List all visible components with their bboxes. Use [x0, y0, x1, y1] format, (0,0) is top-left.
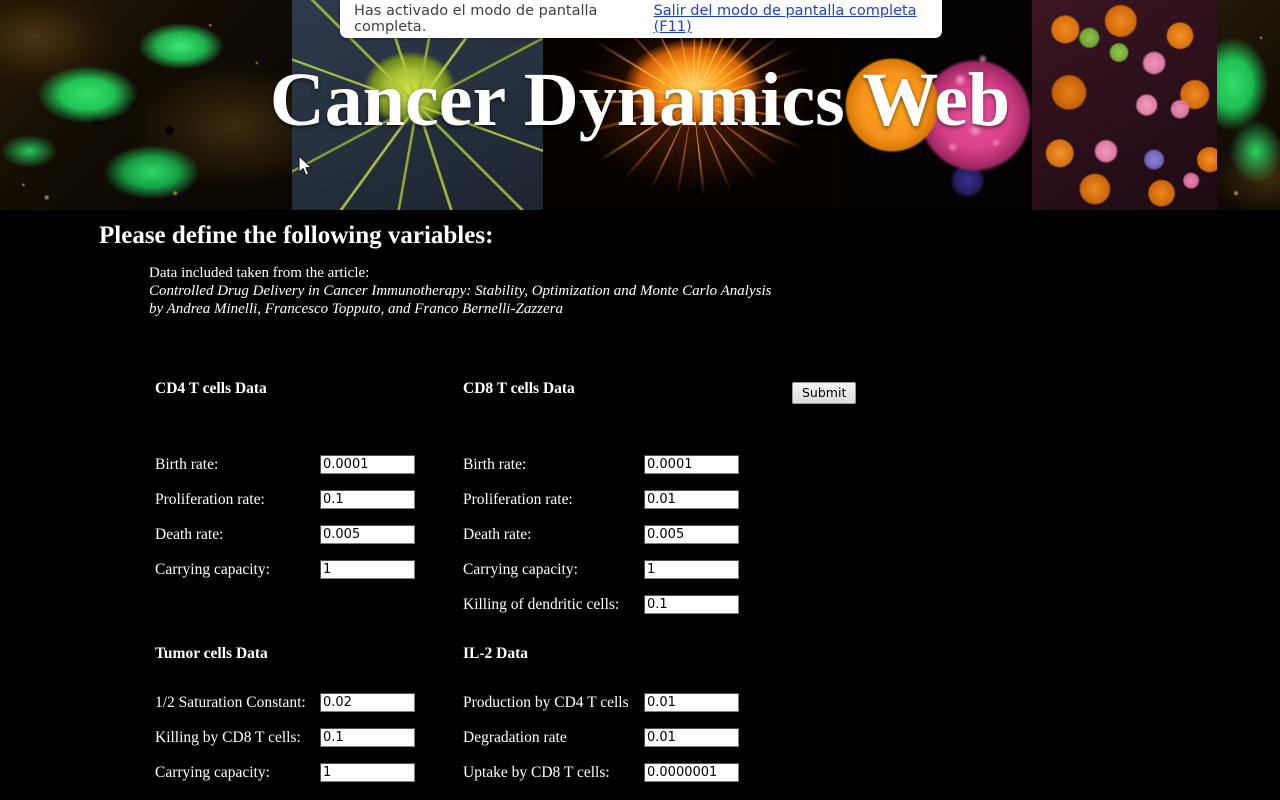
parameters-form: CD4 T cells Data Birth rate: Proliferati… [0, 210, 1280, 800]
field-label-death-rate: Death rate: [463, 525, 532, 543]
field-label-degradation-rate: Degradation rate [463, 728, 567, 746]
section-title-tumor: Tumor cells Data [155, 645, 268, 662]
field-label-carrying-capacity: Carrying capacity: [463, 560, 578, 578]
field-row: Proliferation rate: [463, 482, 739, 517]
field-label-carrying-capacity: Carrying capacity: [155, 560, 270, 578]
field-row: Carrying capacity: [155, 552, 415, 587]
field-row: Production by CD4 T cells [463, 685, 739, 720]
section-tumor-cells: Tumor cells Data 1/2 Saturation Constant… [155, 645, 415, 790]
field-row: Killing of dendritic cells: [463, 587, 739, 622]
field-row: Proliferation rate: [155, 482, 415, 517]
field-row: Death rate: [463, 517, 739, 552]
fullscreen-notification-bar: Has activado el modo de pantalla complet… [340, 0, 942, 38]
field-list-tumor: 1/2 Saturation Constant: Killing by CD8 … [155, 685, 415, 790]
field-row: 1/2 Saturation Constant: [155, 685, 415, 720]
field-label-death-rate: Death rate: [155, 525, 224, 543]
input-cd4-death-rate[interactable] [320, 525, 415, 544]
field-label-birth-rate: Birth rate: [463, 455, 527, 473]
input-cd8-carrying-capacity[interactable] [644, 560, 739, 579]
site-title: Cancer Dynamics Web [269, 58, 1011, 142]
section-title-cd4: CD4 T cells Data [155, 380, 267, 397]
field-label-birth-rate: Birth rate: [155, 455, 219, 473]
field-list-cd4: Birth rate: Proliferation rate: Death ra… [155, 447, 415, 587]
input-il2-degradation-rate[interactable] [644, 728, 739, 747]
section-title-cd8: CD8 T cells Data [463, 380, 575, 397]
field-label-carrying-capacity: Carrying capacity: [155, 763, 270, 781]
section-cd8-t-cells: CD8 T cells Data Birth rate: Proliferati… [463, 380, 739, 622]
input-cd8-birth-rate[interactable] [644, 455, 739, 474]
input-il2-uptake-by-cd8-t-cells[interactable] [644, 763, 739, 782]
input-cd4-carrying-capacity[interactable] [320, 560, 415, 579]
field-label-proliferation-rate: Proliferation rate: [463, 490, 573, 508]
field-label-proliferation-rate: Proliferation rate: [155, 490, 265, 508]
input-cd4-proliferation-rate[interactable] [320, 490, 415, 509]
input-tumor-carrying-capacity[interactable] [320, 763, 415, 782]
field-label-killing-by-cd8-t-cells: Killing by CD8 T cells: [155, 728, 301, 746]
input-cd4-birth-rate[interactable] [320, 455, 415, 474]
field-row: Degradation rate [463, 720, 739, 755]
field-row: Birth rate: [155, 447, 415, 482]
input-cd8-proliferation-rate[interactable] [644, 490, 739, 509]
fullscreen-notification-message: Has activado el modo de pantalla complet… [354, 3, 598, 35]
page-content: Please define the following variables: D… [0, 210, 1280, 800]
input-il2-production-by-cd4-t-cells[interactable] [644, 693, 739, 712]
field-list-cd8: Birth rate: Proliferation rate: Death ra… [463, 447, 739, 622]
field-row: Birth rate: [463, 447, 739, 482]
input-cd8-death-rate[interactable] [644, 525, 739, 544]
section-cd4-t-cells: CD4 T cells Data Birth rate: Proliferati… [155, 380, 415, 587]
field-row: Killing by CD8 T cells: [155, 720, 415, 755]
section-il2: IL-2 Data Production by CD4 T cells Degr… [463, 645, 739, 790]
field-label-half-saturation-constant: 1/2 Saturation Constant: [155, 693, 306, 711]
field-list-il2: Production by CD4 T cells Degradation ra… [463, 685, 739, 790]
input-tumor-killing-by-cd8-t-cells[interactable] [320, 728, 415, 747]
input-cd8-killing-of-dendritic-cells[interactable] [644, 595, 739, 614]
field-row: Carrying capacity: [155, 755, 415, 790]
field-label-uptake-by-cd8-t-cells: Uptake by CD8 T cells: [463, 763, 610, 781]
input-tumor-half-saturation-constant[interactable] [320, 693, 415, 712]
section-title-il2: IL-2 Data [463, 645, 529, 662]
field-row: Carrying capacity: [463, 552, 739, 587]
field-label-killing-of-dendritic-cells: Killing of dendritic cells: [463, 595, 620, 613]
exit-fullscreen-link[interactable]: Salir del modo de pantalla completa (F11… [654, 3, 928, 35]
field-label-production-by-cd4-t-cells: Production by CD4 T cells [463, 693, 629, 711]
submit-button[interactable]: Submit [792, 382, 857, 404]
field-row: Death rate: [155, 517, 415, 552]
field-row: Uptake by CD8 T cells: [463, 755, 739, 790]
